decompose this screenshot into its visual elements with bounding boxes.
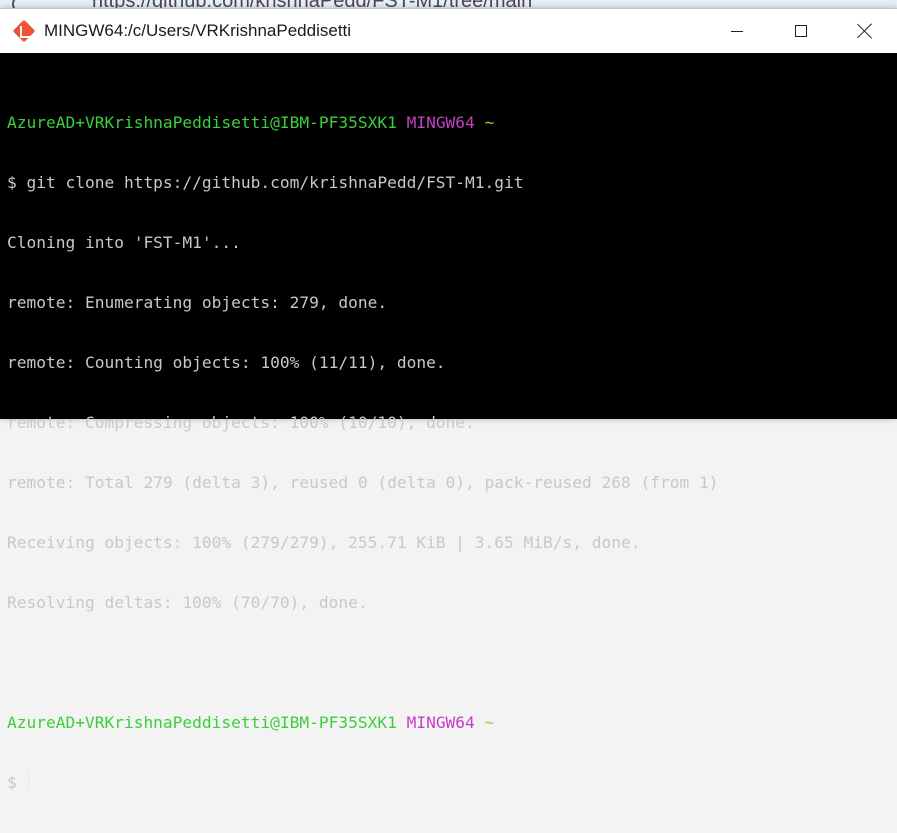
prompt-line: AzureAD+VRKrishnaPeddisetti@IBM-PF35SXK1… <box>7 713 887 733</box>
text-cursor <box>27 773 29 791</box>
title-bar[interactable]: MINGW64:/c/Users/VRKrishnaPeddisetti <box>0 9 897 53</box>
window-controls <box>705 9 897 53</box>
output-line: Receiving objects: 100% (279/279), 255.7… <box>7 533 641 552</box>
close-icon <box>857 23 873 39</box>
prompt-system: MINGW64 <box>406 713 475 732</box>
output-line: Cloning into 'FST-M1'... <box>7 233 241 252</box>
close-button[interactable] <box>833 9 897 53</box>
window-title: MINGW64:/c/Users/VRKrishnaPeddisetti <box>44 21 352 40</box>
command-line: $ git clone https://github.com/krishnaPe… <box>7 173 524 192</box>
scrollbar[interactable] <box>887 53 897 419</box>
input-prompt: $ <box>7 773 27 792</box>
terminal-window[interactable]: MINGW64:/c/Users/VRKrishnaPeddisetti Azu… <box>0 8 897 792</box>
output-line: remote: Counting objects: 100% (11/11), … <box>7 353 446 372</box>
minimize-button[interactable] <box>705 9 769 53</box>
terminal-output[interactable]: AzureAD+VRKrishnaPeddisetti@IBM-PF35SXK1… <box>7 73 887 833</box>
input-line[interactable]: $ <box>7 773 887 793</box>
prompt-line: AzureAD+VRKrishnaPeddisetti@IBM-PF35SXK1… <box>7 113 887 133</box>
prompt-user-host: AzureAD+VRKrishnaPeddisetti@IBM-PF35SXK1 <box>7 713 397 732</box>
prompt-path: ~ <box>484 713 495 732</box>
prompt-user-host: AzureAD+VRKrishnaPeddisetti@IBM-PF35SXK1 <box>7 113 397 132</box>
prompt-system: MINGW64 <box>406 113 475 132</box>
output-line: Resolving deltas: 100% (70/70), done. <box>7 593 368 612</box>
output-line: remote: Total 279 (delta 3), reused 0 (d… <box>7 473 719 492</box>
output-line: remote: Compressing objects: 100% (10/10… <box>7 413 475 432</box>
maximize-button[interactable] <box>769 9 833 53</box>
minimize-icon <box>731 30 743 32</box>
output-line: remote: Enumerating objects: 279, done. <box>7 293 388 312</box>
maximize-icon <box>795 25 807 37</box>
prompt-path: ~ <box>484 113 495 132</box>
git-icon <box>12 19 36 43</box>
